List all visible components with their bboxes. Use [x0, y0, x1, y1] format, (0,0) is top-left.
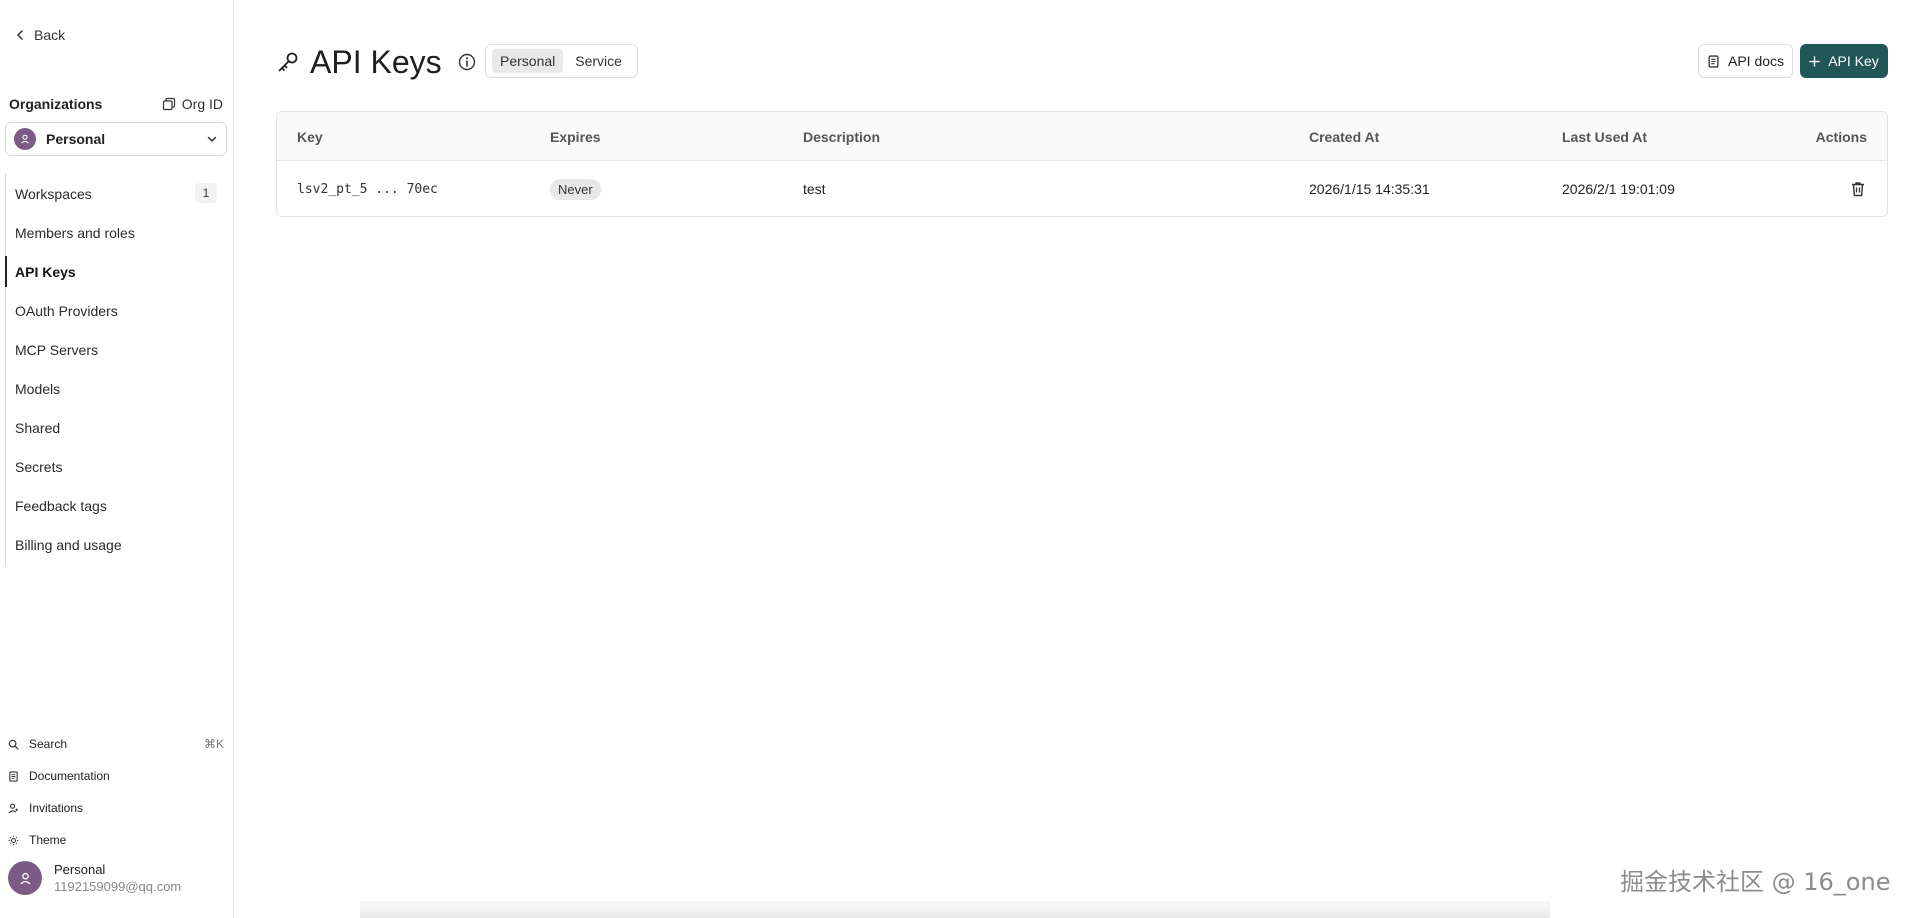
copy-org-id-button[interactable]: Org ID	[162, 96, 223, 112]
sidebar: Back Organizations Org ID Personal Works…	[0, 0, 234, 918]
documentation-link-label: Documentation	[29, 769, 110, 783]
plus-icon	[1809, 55, 1820, 67]
chevron-down-icon	[207, 136, 217, 143]
sidebar-item-members-and-roles[interactable]: Members and roles	[6, 213, 229, 252]
document-icon	[9, 770, 18, 782]
user-info: Personal 1192159099@qq.com	[54, 861, 181, 895]
sidebar-item-label: Members and roles	[15, 224, 135, 241]
workspaces-count-badge: 1	[195, 183, 217, 203]
table-row[interactable]: lsv2_pt_5 ... 70ec Never test 2026/1/15 …	[277, 161, 1887, 216]
invitations-link[interactable]: Invitations	[8, 792, 224, 824]
user-account-menu[interactable]: Personal 1192159099@qq.com	[8, 858, 228, 898]
organizations-title: Organizations	[9, 96, 103, 112]
org-id-label: Org ID	[181, 96, 223, 112]
tab-service[interactable]: Service	[567, 49, 630, 73]
info-icon[interactable]	[458, 53, 476, 71]
column-header-description: Description	[803, 128, 881, 145]
tab-personal[interactable]: Personal	[492, 49, 564, 73]
sidebar-item-label: OAuth Providers	[15, 302, 118, 319]
user-name: Personal	[54, 862, 106, 877]
sun-icon	[8, 835, 19, 845]
organization-select[interactable]: Personal	[5, 122, 227, 156]
sidebar-item-oauth-providers[interactable]: OAuth Providers	[6, 291, 229, 330]
sidebar-item-label: Billing and usage	[15, 536, 122, 553]
sidebar-item-label: API Keys	[15, 263, 76, 280]
sidebar-item-api-keys[interactable]: API Keys	[5, 252, 229, 291]
page-title: API Keys	[310, 43, 442, 80]
description-cell: test	[803, 181, 826, 197]
organizations-header: Organizations Org ID	[9, 94, 223, 114]
add-api-key-button[interactable]: API Key	[1800, 44, 1888, 78]
column-header-created-at: Created At	[1309, 128, 1380, 145]
sidebar-item-workspaces[interactable]: Workspaces 1	[6, 174, 229, 213]
organization-select-value: Personal	[46, 131, 106, 147]
column-header-key: Key	[297, 128, 323, 145]
key-icon	[278, 52, 298, 72]
api-docs-label: API docs	[1727, 53, 1785, 69]
api-key-value: lsv2_pt_5 ... 70ec	[297, 181, 438, 197]
user-icon	[21, 134, 29, 144]
sidebar-item-billing-and-usage[interactable]: Billing and usage	[6, 525, 229, 564]
back-button[interactable]: Back	[14, 24, 65, 46]
chevron-left-icon	[16, 30, 23, 40]
search-link[interactable]: Search ⌘K	[8, 728, 224, 760]
theme-link[interactable]: Theme	[8, 824, 224, 856]
user-avatar	[8, 861, 42, 895]
column-header-expires: Expires	[550, 128, 601, 145]
sidebar-item-secrets[interactable]: Secrets	[6, 447, 229, 486]
search-link-label: Search	[29, 737, 68, 751]
user-icon	[19, 872, 31, 884]
page-header: API Keys	[276, 38, 476, 86]
sidebar-item-shared[interactable]: Shared	[6, 408, 229, 447]
api-keys-table: Key Expires Description Created At Last …	[276, 111, 1888, 217]
user-plus-icon	[8, 803, 19, 813]
last-used-at-cell: 2026/2/1 19:01:09	[1562, 181, 1675, 197]
sidebar-item-label: MCP Servers	[15, 341, 98, 358]
sidebar-item-mcp-servers[interactable]: MCP Servers	[6, 330, 229, 369]
table-header: Key Expires Description Created At Last …	[277, 112, 1887, 161]
search-shortcut: ⌘K	[203, 737, 224, 751]
invitations-link-label: Invitations	[29, 801, 84, 815]
sidebar-item-label: Shared	[15, 419, 61, 436]
expires-cell: Never	[550, 161, 601, 216]
sidebar-nav: Workspaces 1 Members and roles API Keys …	[5, 174, 229, 566]
sidebar-item-feedback-tags[interactable]: Feedback tags	[6, 486, 229, 525]
key-type-tabs: Personal Service	[485, 44, 638, 78]
bottom-shadow-strip	[360, 902, 1550, 918]
expires-badge: Never	[550, 178, 601, 200]
api-docs-button[interactable]: API docs	[1698, 44, 1793, 78]
back-label: Back	[34, 27, 66, 43]
copy-icon	[162, 97, 175, 111]
document-icon	[1708, 54, 1719, 68]
user-email: 1192159099@qq.com	[54, 879, 182, 894]
column-header-actions: Actions	[1815, 128, 1867, 145]
trash-icon[interactable]	[1849, 180, 1867, 198]
search-icon	[8, 739, 19, 749]
documentation-link[interactable]: Documentation	[8, 760, 224, 792]
app-window: Back Organizations Org ID Personal Works…	[0, 0, 1918, 918]
organization-avatar	[14, 128, 36, 150]
theme-link-label: Theme	[29, 833, 67, 847]
add-api-key-label: API Key	[1828, 53, 1879, 69]
sidebar-item-label: Workspaces	[15, 185, 92, 202]
sidebar-bottom-links: Search ⌘K Documentation Invitations Them…	[8, 728, 224, 856]
watermark: 掘金技术社区 @ 16_one	[1620, 868, 1891, 896]
sidebar-item-label: Feedback tags	[15, 497, 107, 514]
sidebar-item-models[interactable]: Models	[6, 369, 229, 408]
created-at-cell: 2026/1/15 14:35:31	[1309, 181, 1430, 197]
sidebar-item-label: Models	[15, 380, 61, 397]
column-header-last-used-at: Last Used At	[1562, 128, 1648, 145]
actions-cell	[1849, 161, 1867, 216]
sidebar-item-label: Secrets	[15, 458, 63, 475]
